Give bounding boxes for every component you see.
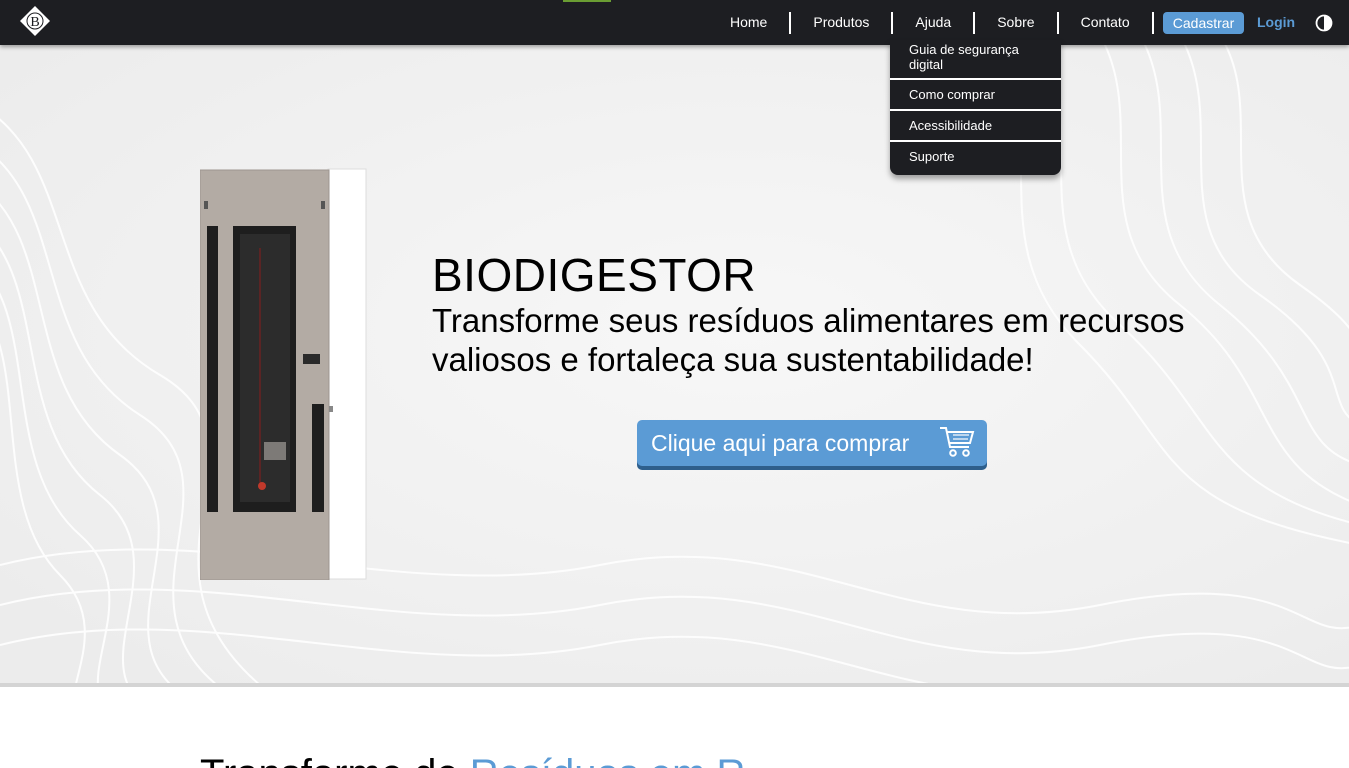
- nav-item-home[interactable]: Home: [708, 0, 789, 45]
- section-heading: Transforme de Resíduos em R: [200, 752, 745, 768]
- dropdown-item-suporte[interactable]: Suporte: [890, 142, 1061, 171]
- dropdown-item-acessibilidade[interactable]: Acessibilidade: [890, 111, 1061, 140]
- dropdown-item-como-comprar[interactable]: Como comprar: [890, 80, 1061, 109]
- login-link[interactable]: Login: [1257, 14, 1295, 30]
- contrast-icon[interactable]: [1315, 14, 1333, 32]
- top-navbar: B Home Produtos Ajuda Sobre Contato Cada…: [0, 0, 1349, 45]
- cart-icon: [940, 427, 975, 457]
- nav-links: Home Produtos Ajuda Sobre Contato: [708, 0, 1154, 45]
- svg-text:B: B: [30, 15, 39, 30]
- nav-separator: [1151, 11, 1154, 34]
- hero-title: BIODIGESTOR: [432, 249, 757, 301]
- signup-button[interactable]: Cadastrar: [1163, 12, 1244, 34]
- hero-section: BIODIGESTOR Transforme seus resíduos ali…: [0, 45, 1349, 683]
- active-indicator: [563, 0, 611, 2]
- nav-item-ajuda[interactable]: Ajuda: [893, 0, 974, 45]
- biodigestor-product-image: [200, 168, 367, 580]
- buy-cta-label: Clique aqui para comprar: [651, 429, 910, 456]
- buy-cta-button[interactable]: Clique aqui para comprar: [637, 420, 987, 466]
- section-heading-highlight: Resíduos em R: [470, 752, 746, 768]
- dropdown-item-guia-seguranca[interactable]: Guia de segurança digital: [890, 40, 1061, 78]
- section-heading-text: Transforme de: [200, 752, 470, 768]
- nav-item-sobre[interactable]: Sobre: [975, 0, 1056, 45]
- hero-bottom-border: [0, 683, 1349, 687]
- logo-icon[interactable]: B: [19, 5, 51, 37]
- nav-item-produtos[interactable]: Produtos: [791, 0, 891, 45]
- nav-item-contato[interactable]: Contato: [1059, 0, 1152, 45]
- hero-subtitle: Transforme seus resíduos alimentares em …: [432, 302, 1185, 378]
- help-dropdown-menu: Guia de segurança digital Como comprar A…: [890, 40, 1061, 175]
